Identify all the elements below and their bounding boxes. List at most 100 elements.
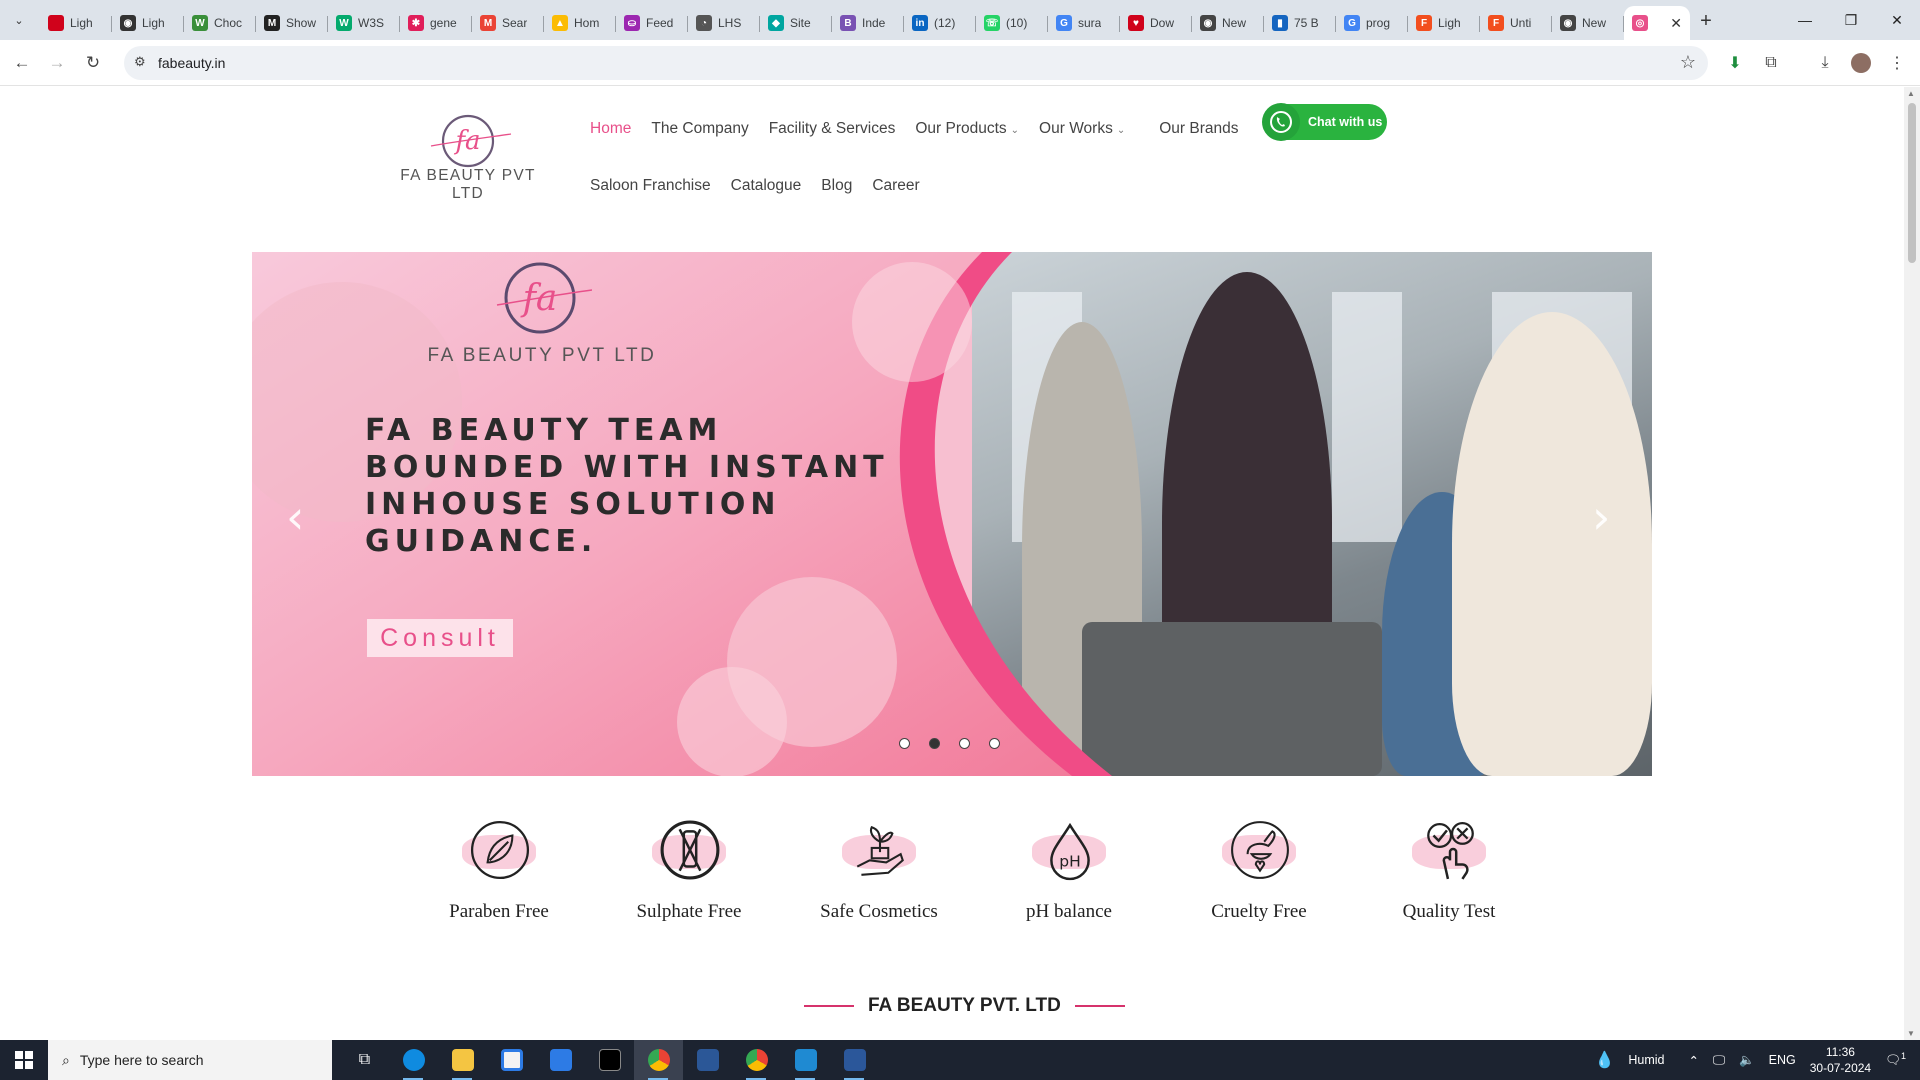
task-view-icon[interactable]: ⧉: [340, 1040, 389, 1080]
downloads-icon[interactable]: ⤓: [1812, 50, 1838, 76]
carousel-next-arrow[interactable]: ›: [1592, 490, 1610, 544]
store-icon[interactable]: [487, 1040, 536, 1080]
browser-tab[interactable]: ☏ (10): [976, 8, 1048, 38]
notifications-icon[interactable]: 🗨1: [1885, 1051, 1906, 1068]
chat-with-us-button[interactable]: Chat with us: [1262, 103, 1387, 141]
mail-icon[interactable]: [536, 1040, 585, 1080]
nav-item[interactable]: Catalogue: [731, 177, 802, 195]
edge-icon[interactable]: [389, 1040, 438, 1080]
address-bar[interactable]: ⚙ fabeauty.in ☆: [124, 46, 1708, 80]
browser-tab[interactable]: in (12): [904, 8, 976, 38]
browser-tab[interactable]: ♥ Dow: [1120, 8, 1192, 38]
nav-item-label: Home: [590, 120, 632, 137]
terminal-icon[interactable]: [585, 1040, 634, 1080]
browser-tab[interactable]: ▮ 75 B: [1264, 8, 1336, 38]
nav-item[interactable]: Facility & Services: [769, 120, 896, 138]
file-explorer-icon[interactable]: [438, 1040, 487, 1080]
language-indicator[interactable]: ENG: [1769, 1053, 1796, 1067]
extensions-icon[interactable]: ⧉: [1758, 50, 1784, 76]
start-button[interactable]: [0, 1040, 48, 1080]
carousel-prev-arrow[interactable]: ‹: [286, 490, 304, 544]
chrome-icon[interactable]: [634, 1040, 683, 1080]
close-window-button[interactable]: ✕: [1874, 0, 1920, 40]
carousel-dot[interactable]: [929, 738, 940, 749]
nav-item[interactable]: Saloon Franchise: [590, 177, 711, 195]
browser-tab[interactable]: ⛀ Feed: [616, 8, 688, 38]
scroll-up-arrow[interactable]: ▲: [1907, 89, 1915, 98]
browser-tab[interactable]: ✱ gene: [400, 8, 472, 38]
browser-tab[interactable]: Gprog: [1336, 8, 1408, 38]
chrome-icon[interactable]: [732, 1040, 781, 1080]
browser-tab[interactable]: ◆ Site: [760, 8, 832, 38]
weather-text[interactable]: Humid: [1628, 1053, 1664, 1067]
bookmark-star-icon[interactable]: ☆: [1680, 52, 1696, 73]
calculator-icon[interactable]: [683, 1040, 732, 1080]
back-button[interactable]: ←: [8, 49, 36, 77]
site-logo[interactable]: fa FA BEAUTY PVT LTD: [383, 112, 553, 202]
site-info-icon[interactable]: ⚙: [134, 54, 146, 70]
feature-item: Sulphate Free: [594, 817, 784, 923]
carousel-dot[interactable]: [899, 738, 910, 749]
nav-item[interactable]: Blog: [821, 177, 852, 195]
browser-tab[interactable]: ◎ ✕: [1624, 6, 1690, 40]
tab-title: Feed: [646, 16, 674, 30]
nav-item[interactable]: Our Brands: [1159, 120, 1238, 138]
minimize-button[interactable]: —: [1782, 0, 1828, 40]
hand-plant-icon: [834, 817, 924, 887]
consult-button[interactable]: Consult: [367, 619, 513, 657]
vscode-icon[interactable]: [781, 1040, 830, 1080]
menu-kebab-icon[interactable]: ⋮: [1884, 50, 1910, 76]
url-text[interactable]: fabeauty.in: [158, 55, 225, 71]
word-icon[interactable]: [830, 1040, 879, 1080]
carousel-dot[interactable]: [959, 738, 970, 749]
profile-avatar[interactable]: [1848, 50, 1874, 76]
windows-logo-icon: [15, 1051, 33, 1069]
reload-button[interactable]: ↻: [79, 49, 107, 77]
nav-item-label: Our Works: [1039, 120, 1113, 137]
logo-text: FA BEAUTY PVT LTD: [400, 167, 536, 202]
nav-item[interactable]: Home: [590, 120, 631, 138]
download-arrow-icon[interactable]: ⬇: [1722, 50, 1748, 76]
browser-tab[interactable]: Gsura: [1048, 8, 1120, 38]
browser-tab-strip: ⌄ Ligh ◉ Ligh W Choc M Show W W3S ✱ gene M Sear ▲ Hom ⛀…: [0, 0, 1920, 40]
restore-button[interactable]: ❐: [1828, 0, 1874, 40]
weather-drop-icon[interactable]: 💧: [1594, 1050, 1614, 1070]
scroll-down-arrow[interactable]: ▼: [1907, 1029, 1915, 1038]
nav-item[interactable]: Our Products ⌄: [915, 120, 1019, 138]
browser-tab[interactable]: ◉ New: [1192, 8, 1264, 38]
browser-tab[interactable]: ◔ LHS: [688, 8, 760, 38]
tab-favicon-icon: ◆: [768, 15, 784, 31]
chevron-up-icon[interactable]: ⌃: [1689, 1053, 1699, 1068]
browser-tab[interactable]: W Choc: [184, 8, 256, 38]
nav-item[interactable]: Career: [872, 177, 919, 195]
browser-tab[interactable]: ▲ Hom: [544, 8, 616, 38]
carousel-dot[interactable]: [989, 738, 1000, 749]
forward-button[interactable]: →: [43, 49, 71, 77]
browser-tab[interactable]: M Sear: [472, 8, 544, 38]
browser-tab[interactable]: F Ligh: [1408, 8, 1480, 38]
scroll-thumb[interactable]: [1908, 103, 1916, 263]
browser-tab[interactable]: F Unti: [1480, 8, 1552, 38]
feature-label: pH balance: [1026, 901, 1112, 922]
browser-tab[interactable]: W W3S: [328, 8, 400, 38]
volume-icon[interactable]: 🔈: [1739, 1053, 1755, 1068]
clock[interactable]: 11:36 30-07-2024: [1810, 1044, 1871, 1076]
check-hand-icon: [1404, 817, 1494, 887]
tab-favicon-icon: B: [840, 15, 856, 31]
browser-tab[interactable]: M Show: [256, 8, 328, 38]
page-scrollbar[interactable]: ▲ ▼: [1904, 87, 1920, 1040]
hero-carousel[interactable]: fa FA BEAUTY PVT LTD FA BEAUTY TEAM BOUN…: [252, 252, 1652, 776]
browser-tab[interactable]: ◉ New: [1552, 8, 1624, 38]
tab-favicon-icon: ◔: [696, 15, 712, 31]
browser-tab[interactable]: Ligh: [40, 8, 112, 38]
network-icon[interactable]: 🖵: [1713, 1053, 1725, 1068]
reload-icon: ↻: [85, 53, 101, 72]
browser-tab[interactable]: ◉ Ligh: [112, 8, 184, 38]
taskbar-search[interactable]: ⌕ Type here to search: [48, 1040, 332, 1080]
new-tab-button[interactable]: +: [1690, 6, 1722, 36]
nav-item[interactable]: The Company: [651, 120, 748, 138]
close-tab-icon[interactable]: ✕: [1670, 15, 1682, 32]
nav-item[interactable]: Our Works ⌄: [1039, 120, 1125, 138]
tab-search-button[interactable]: ⌄: [6, 9, 32, 31]
browser-tab[interactable]: B Inde: [832, 8, 904, 38]
